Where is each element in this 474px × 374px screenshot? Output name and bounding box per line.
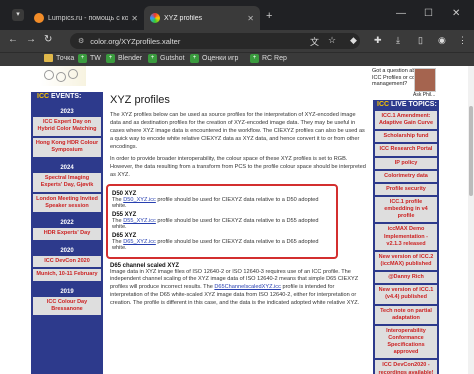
event-item[interactable]: Hong Kong HDR Colour Symposium xyxy=(33,137,101,157)
topic-link[interactable]: New version of ICC.2 (iccMAX) published xyxy=(375,251,437,271)
minimize-button[interactable]: — xyxy=(396,8,406,19)
forward-icon[interactable]: → xyxy=(26,34,36,45)
topic-link[interactable]: Profile security xyxy=(375,183,437,195)
tab-close-icon[interactable]: ✕ xyxy=(247,14,254,23)
downloads-icon[interactable]: ⤓ xyxy=(396,35,400,46)
header-banner-image xyxy=(40,66,86,86)
ask-phil-avatar[interactable] xyxy=(414,68,436,92)
event-year: 2023 xyxy=(60,109,74,115)
menu-icon[interactable]: ⋮ xyxy=(458,35,467,46)
url-text: color.org/XYZprofiles.xalter xyxy=(90,36,181,46)
bookmark-star-icon[interactable]: ☆ xyxy=(328,35,336,46)
bookmark-page-icon: + xyxy=(78,54,87,63)
bookmark-page-icon: + xyxy=(106,54,115,63)
highlighted-profiles-box: D50 XYZ The D50_XYZ.icc profile should b… xyxy=(106,183,338,259)
bookmark-label: TW xyxy=(90,55,101,62)
bookmark-tochka[interactable]: Точка xyxy=(44,54,74,62)
d65-xyz-link[interactable]: D65_XYZ.icc xyxy=(123,239,156,245)
ask-phil-link[interactable]: Ask Phil... xyxy=(413,92,435,98)
page-scrollbar[interactable] xyxy=(468,66,474,374)
events-sidebar: ICC EVENTS: 2023 ICC Expert Day on Hybri… xyxy=(31,92,103,374)
topic-link[interactable]: Interoperability Conformance Specificati… xyxy=(375,325,437,359)
topic-link[interactable]: iccMAX Demo Implementation - v2.1.3 rele… xyxy=(375,224,437,250)
topic-link[interactable]: IP policy xyxy=(375,157,437,169)
topic-link[interactable]: ICC.1 profile embedding in v4 profile xyxy=(375,196,437,223)
site-header: Got a question about ICC Profiles or col… xyxy=(0,66,468,98)
event-year: 2020 xyxy=(60,247,74,254)
topic-link[interactable]: ICC.1 Amendment: Adaptive Gain Curve xyxy=(375,111,437,130)
topic-link[interactable]: New version of ICC.1 (v4.4) published xyxy=(375,285,437,304)
d55-xyz-link[interactable]: D55_XYZ.icc xyxy=(123,218,156,224)
topic-link[interactable]: Scholarship fund xyxy=(375,131,437,143)
scrollbar-thumb[interactable] xyxy=(469,106,473,196)
bookmark-label: RC Rep xyxy=(262,55,287,62)
extensions-puzzle-icon[interactable]: ✚ xyxy=(374,35,382,46)
extension-icon[interactable]: ◆ xyxy=(350,35,357,46)
bookmark-blender[interactable]: + Blender xyxy=(106,54,142,63)
event-item[interactable]: ICC Colour Day Bressanone xyxy=(33,296,101,316)
live-topics-header: ICC LIVE TOPICS: xyxy=(377,101,437,108)
event-item[interactable]: Munich, 10-11 February xyxy=(33,269,101,281)
translate-icon[interactable]: 文 xyxy=(310,35,319,48)
tab-title: Lumpics.ru - помощь с компь... xyxy=(48,14,129,22)
bookmark-page-icon: + xyxy=(190,54,199,63)
lumpics-favicon-icon xyxy=(34,13,44,23)
events-header: ICC EVENTS: xyxy=(37,93,82,100)
tab-title: XYZ profiles xyxy=(164,14,203,22)
color-org-favicon-icon xyxy=(150,13,160,23)
site-info-icon[interactable]: ⚙ xyxy=(78,37,84,45)
tab-xyz-profiles[interactable]: XYZ profiles ✕ xyxy=(144,6,260,30)
bookmark-label: Blender xyxy=(118,55,143,62)
event-year: 2019 xyxy=(60,288,74,295)
event-item[interactable]: ICC DevCon 2020 xyxy=(33,255,101,268)
tab-close-icon[interactable]: ✕ xyxy=(131,14,138,23)
close-window-button[interactable]: ✕ xyxy=(452,8,460,19)
d65-channel-scaled-link[interactable]: D65ChannelscaledXYZ.icc xyxy=(214,284,281,290)
page-title: XYZ profiles xyxy=(110,94,170,106)
d50-xyz-link[interactable]: D50_XYZ.icc xyxy=(123,197,156,203)
browser-window: ▾ Lumpics.ru - помощь с компь... ✕ XYZ p… xyxy=(0,0,474,374)
profile-description: The D50_XYZ.icc profile should be used f… xyxy=(112,196,319,209)
live-topics-sidebar: ICC LIVE TOPICS: ICC.1 Amendment: Adapti… xyxy=(373,100,439,374)
bookmark-rc-rep[interactable]: + RC Rep xyxy=(250,54,287,63)
bookmark-otsenki-igr[interactable]: + Оценки игр xyxy=(190,54,238,63)
bookmark-label: Точка xyxy=(56,54,75,62)
new-tab-button[interactable]: + xyxy=(266,10,272,22)
bookmark-page-icon: + xyxy=(250,54,259,63)
article: XYZ profiles The XYZ profiles below can … xyxy=(106,94,368,312)
event-year: 2024 xyxy=(60,164,74,171)
bookmark-page-icon: + xyxy=(148,54,157,63)
profile-icon[interactable]: ◉ xyxy=(438,35,446,46)
topic-link[interactable]: ICC Research Portal xyxy=(375,144,437,156)
channel-scaled-paragraph: Image data in XYZ image files of ISO 126… xyxy=(110,268,360,307)
page-viewport: Got a question about ICC Profiles or col… xyxy=(0,66,474,374)
sidebar-icon[interactable]: ▯ xyxy=(418,35,423,46)
topic-link[interactable]: Colorimetry data xyxy=(375,170,437,182)
bookmarks-bar: Точка + TW + Blender + Gutshot + Оценки … xyxy=(0,52,474,66)
bookmark-gutshot[interactable]: + Gutshot xyxy=(148,54,185,63)
folder-icon xyxy=(44,54,53,62)
tab-lumpics[interactable]: Lumpics.ru - помощь с компь... ✕ xyxy=(28,6,144,30)
topic-link[interactable]: Tech note on partial adaptation xyxy=(375,305,437,324)
bookmark-label: Оценки игр xyxy=(202,55,239,62)
event-item[interactable]: ICC Expert Day on Hybrid Color Matching xyxy=(33,117,101,136)
intro-paragraph: The XYZ profiles below can be used as so… xyxy=(110,112,365,150)
profile-description: The D65_XYZ.icc profile should be used f… xyxy=(112,238,319,251)
topic-link[interactable]: ICC DevCon2020 - recordings available! xyxy=(375,360,437,374)
profile-description: The D55_XYZ.icc profile should be used f… xyxy=(112,217,319,230)
event-year: 2022 xyxy=(60,220,74,227)
browser-toolbar: ← → ↻ ⚙ color.org/XYZprofiles.xalter 文 ☆… xyxy=(0,30,474,52)
bookmark-label: Gutshot xyxy=(160,55,185,62)
event-item[interactable]: London Meeting Invited Speaker session xyxy=(33,193,101,213)
interop-paragraph: In order to provide broader interoperabi… xyxy=(110,155,366,178)
topic-link[interactable]: @Danny Rich xyxy=(375,272,437,284)
reload-icon[interactable]: ↻ xyxy=(44,34,52,45)
maximize-button[interactable]: ☐ xyxy=(424,8,433,19)
tab-search-icon[interactable]: ▾ xyxy=(12,9,24,21)
tab-bar: ▾ Lumpics.ru - помощь с компь... ✕ XYZ p… xyxy=(0,0,474,30)
event-item[interactable]: HDR Experts' Day xyxy=(33,228,101,240)
event-item[interactable]: Spectral Imaging Experts' Day, Gjøvik xyxy=(33,172,101,192)
back-icon[interactable]: ← xyxy=(8,34,18,45)
bookmark-tw[interactable]: + TW xyxy=(78,54,101,63)
